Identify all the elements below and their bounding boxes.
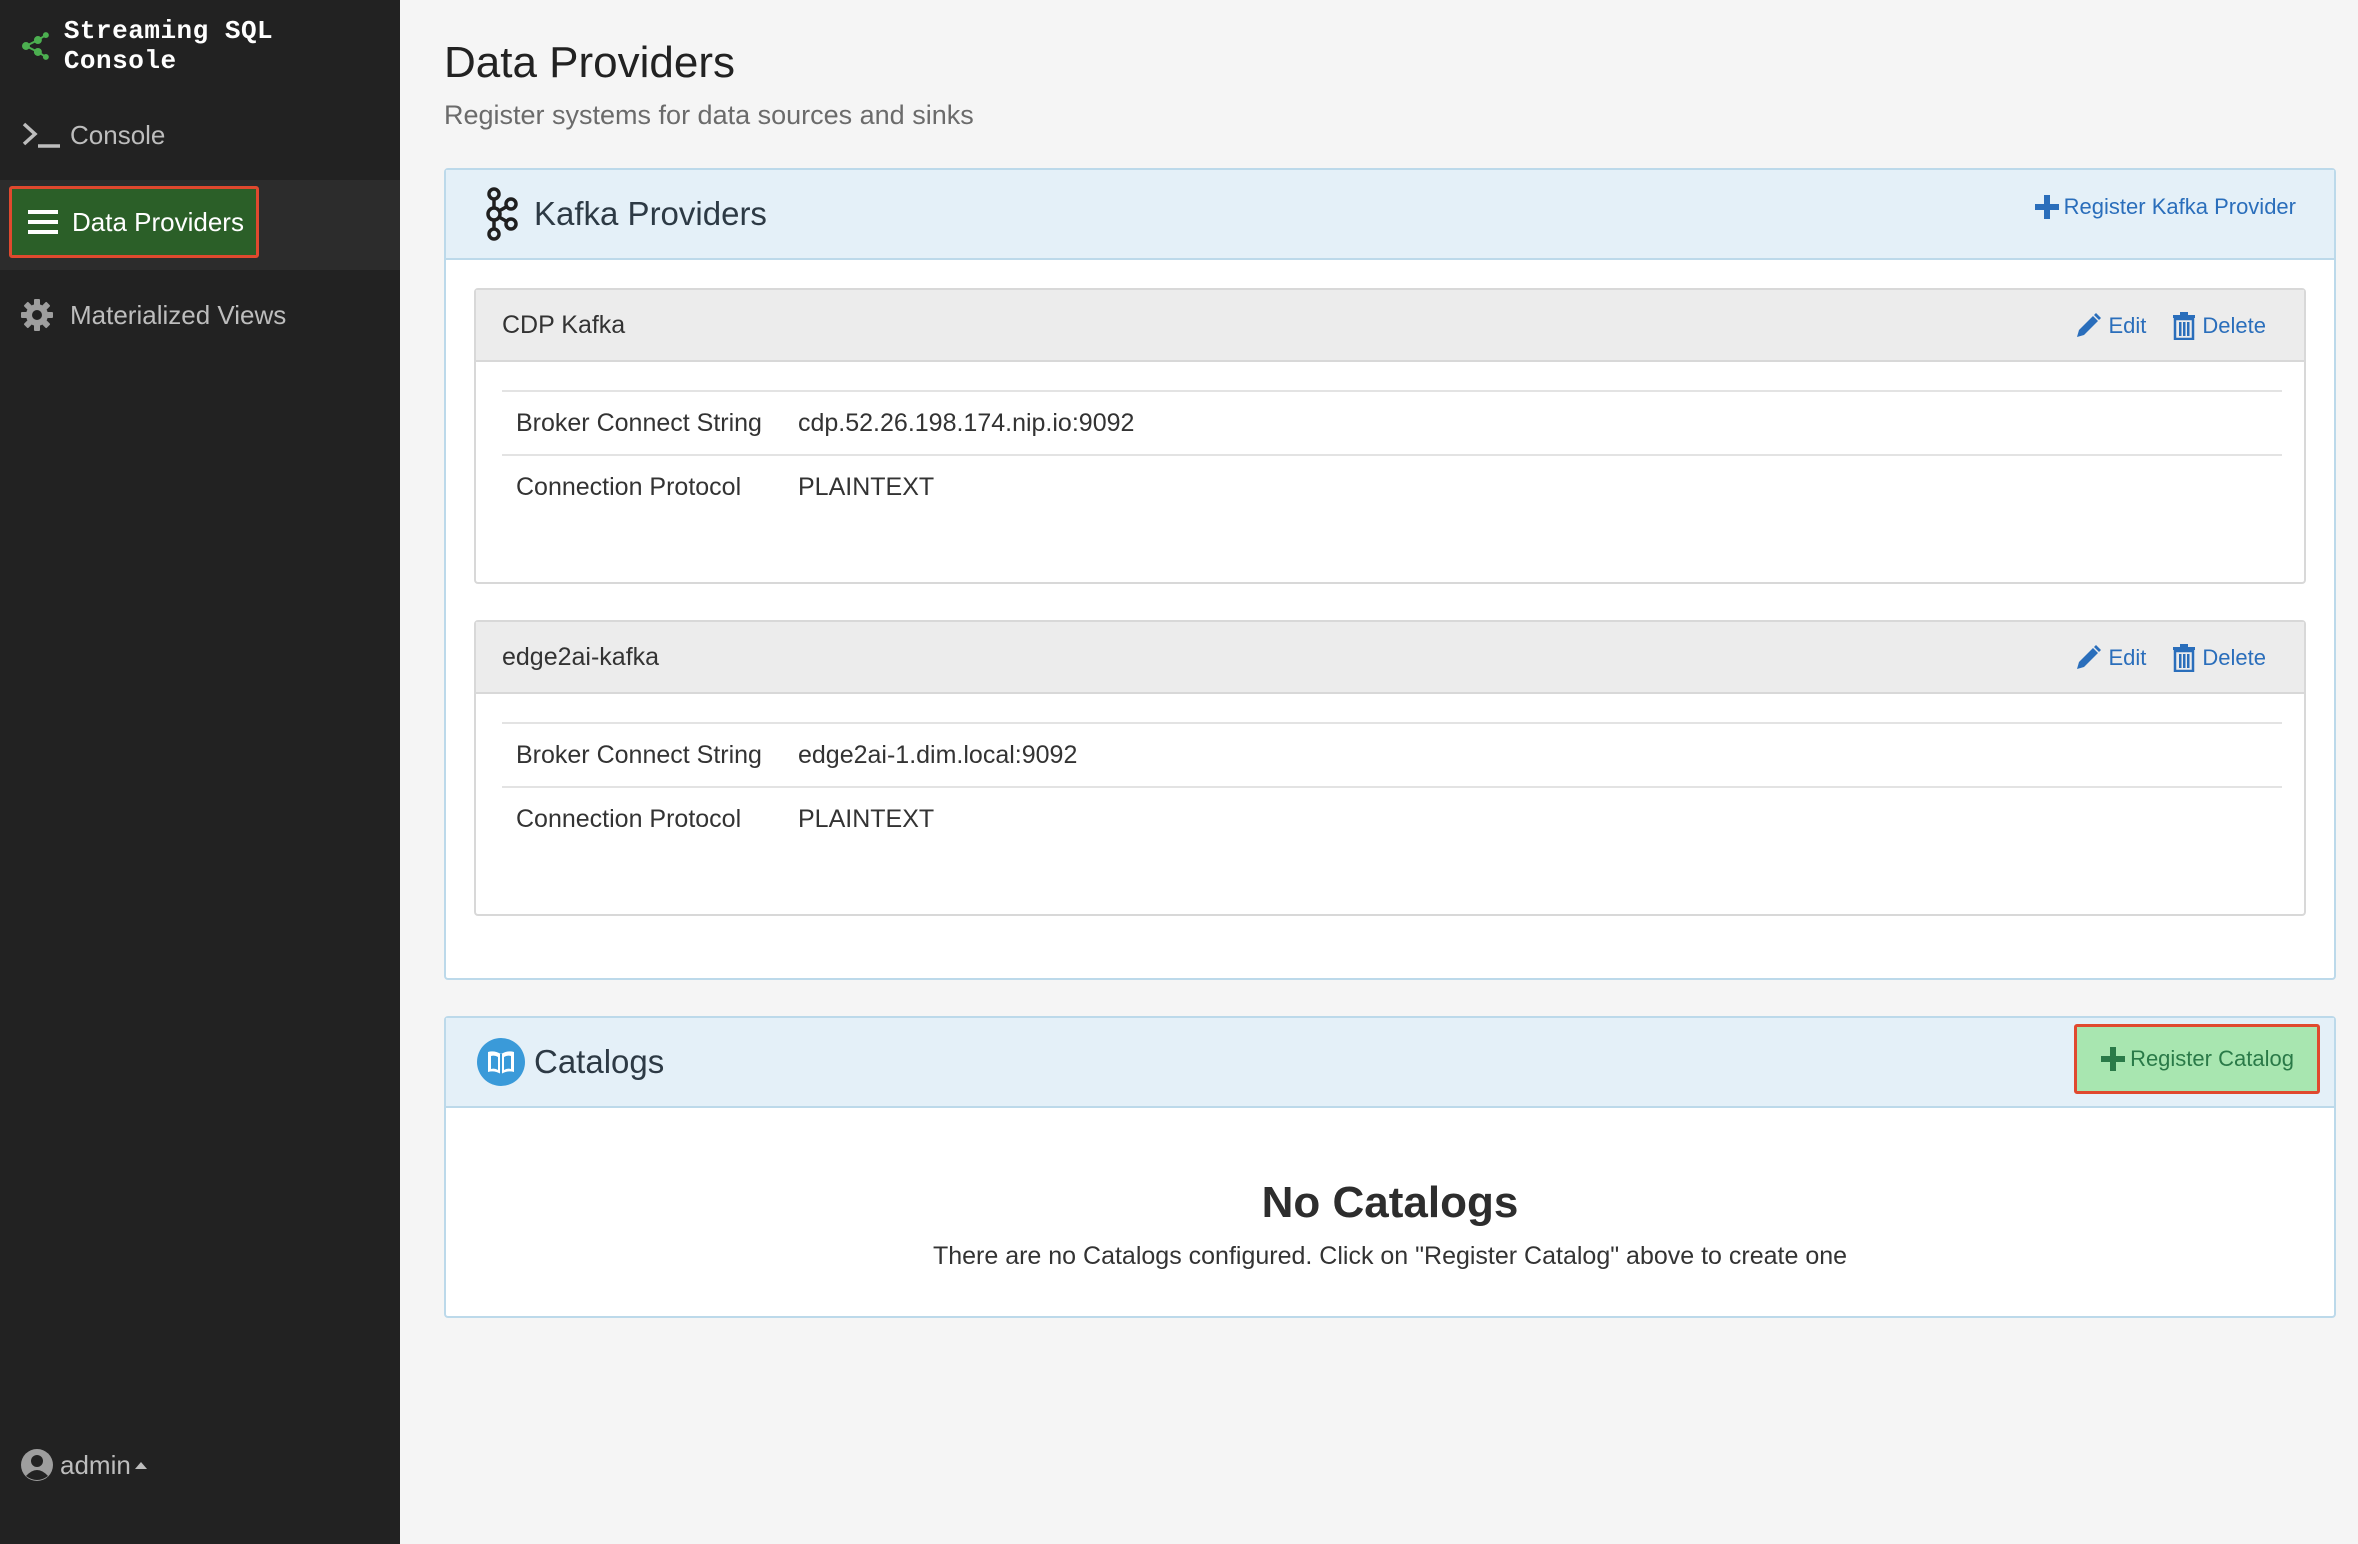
provider-card: edge2ai-kafka Edit Delete Broker Connect… [474,620,2306,916]
detail-key: Connection Protocol [516,804,742,833]
sidebar-item-materialized-views[interactable]: Materialized Views [0,270,400,360]
sidebar-item-label: Data Providers [72,206,244,237]
table-row: Broker Connect String cdp.52.26.198.174.… [502,390,2282,454]
provider-actions: Edit Delete [2048,644,2266,672]
sidebar-item-label: Console [70,119,166,150]
detail-value: PLAINTEXT [798,472,935,501]
register-kafka-provider-button[interactable]: Register Kafka Provider [2034,194,2296,220]
brand[interactable]: Streaming SQL Console [20,16,400,76]
detail-value: edge2ai-1.dim.local:9092 [798,740,1078,769]
book-icon [477,1038,525,1086]
catalogs-panel: Catalogs Register Catalog No Catalogs Th… [444,1016,2336,1318]
detail-value: cdp.52.26.198.174.nip.io:9092 [798,408,1135,437]
kafka-providers-panel: Kafka Providers Register Kafka Provider … [444,168,2336,980]
empty-state-text: There are no Catalogs configured. Click … [932,1242,1848,1270]
detail-key: Broker Connect String [516,408,762,437]
terminal-icon [20,117,62,153]
provider-actions: Edit Delete [2048,312,2266,340]
catalogs-panel-heading: Catalogs Register Catalog [446,1018,2334,1108]
kafka-panel-heading: Kafka Providers Register Kafka Provider [446,170,2334,260]
caret-up-icon [134,1461,147,1469]
trash-icon [2173,644,2196,672]
provider-card: CDP Kafka Edit Delete Broker Connect Str… [474,288,2306,584]
edit-button[interactable]: Edit [2074,312,2146,340]
page-subtitle: Register systems for data sources and si… [444,100,974,130]
empty-state-title: No Catalogs [1261,1178,1519,1227]
detail-value: PLAINTEXT [798,804,935,833]
delete-button[interactable]: Delete [2172,312,2266,340]
table-row: Connection Protocol PLAINTEXT [502,786,2282,850]
edit-label: Edit [2108,313,2147,338]
table-row: Broker Connect String edge2ai-1.dim.loca… [502,722,2282,786]
plus-icon [2034,195,2059,219]
edit-button[interactable]: Edit [2074,644,2146,672]
page-title: Data Providers [444,38,736,87]
pencil-icon [2077,645,2102,669]
catalogs-panel-title: Catalogs [534,1043,665,1080]
sidebar-item-console[interactable]: Console [0,90,400,180]
list-icon [28,207,62,237]
provider-name: CDP Kafka [502,310,626,339]
sidebar: Streaming SQL Console Console Data Provi… [0,0,400,1544]
edit-label: Edit [2108,645,2147,670]
register-catalog-button[interactable]: Register Catalog [2074,1024,2320,1094]
sidebar-item-label: Materialized Views [70,299,287,330]
detail-key: Connection Protocol [516,472,742,501]
detail-key: Broker Connect String [516,740,762,769]
kafka-panel-title: Kafka Providers [534,195,767,232]
app-title: Streaming SQL Console [63,16,274,76]
provider-details-table: Broker Connect String cdp.52.26.198.174.… [502,390,2282,518]
table-row: Connection Protocol PLAINTEXT [502,454,2282,518]
provider-card-header: edge2ai-kafka Edit Delete [476,622,2304,694]
gear-icon [20,297,62,333]
delete-label: Delete [2202,313,2266,338]
delete-button[interactable]: Delete [2172,644,2266,672]
provider-name: edge2ai-kafka [502,642,660,671]
register-kafka-provider-label: Register Kafka Provider [2063,194,2296,219]
trash-icon [2173,312,2196,340]
pencil-icon [2077,313,2102,337]
register-catalog-label: Register Catalog [2130,1046,2294,1071]
provider-card-header: CDP Kafka Edit Delete [476,290,2304,362]
user-circle-icon [21,1449,53,1481]
provider-details-table: Broker Connect String edge2ai-1.dim.loca… [502,722,2282,850]
delete-label: Delete [2202,645,2266,670]
user-menu[interactable]: admin [20,1448,147,1482]
sidebar-item-data-providers[interactable]: Data Providers [9,186,259,258]
plus-icon [2101,1047,2126,1071]
kafka-icon [480,186,520,242]
user-name: admin [60,1449,131,1480]
app-logo-icon [21,32,49,60]
